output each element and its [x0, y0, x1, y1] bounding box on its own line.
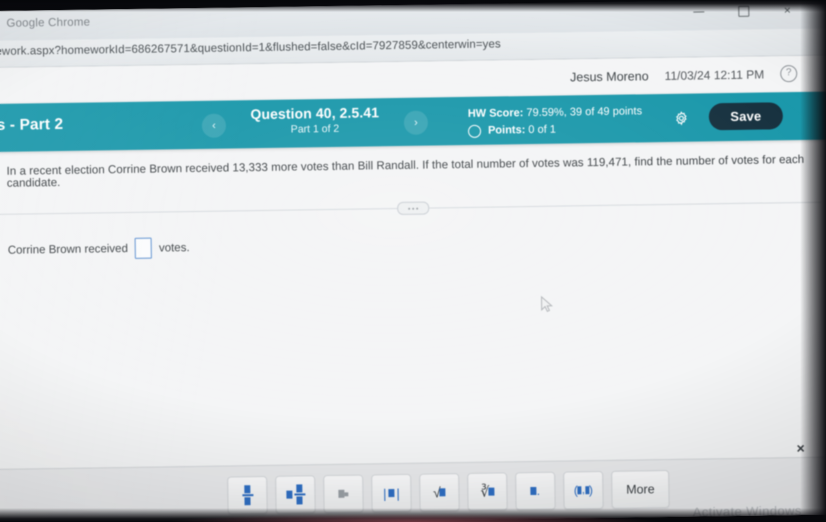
square-root-button[interactable]: √ — [419, 473, 460, 512]
answer-suffix-label: votes. — [158, 241, 190, 255]
mixed-number-button[interactable] — [275, 475, 316, 514]
assignment-title: tions - Part 2 — [0, 115, 64, 135]
monitor-screen: Google Chrome × Homework.aspx?homeworkId… — [0, 0, 826, 522]
next-question-button[interactable]: › — [403, 110, 429, 135]
nth-root-button[interactable]: ∛ — [467, 472, 508, 511]
window-controls: × — [690, 1, 796, 21]
points-row: Points: 0 of 1 — [467, 121, 642, 139]
math-palette-bar: × ■ | | √ ∛ . (,) More Activate Window… — [0, 440, 826, 522]
previous-question-button[interactable]: ‹ — [201, 113, 227, 138]
screen-photo: Google Chrome × Homework.aspx?homeworkId… — [0, 0, 826, 522]
answer-prefix-label: Corrine Brown received — [7, 242, 129, 257]
mouse-cursor — [540, 295, 554, 314]
timestamp: 11/03/24 12:11 PM — [664, 67, 765, 83]
palette-close-icon[interactable]: × — [796, 440, 804, 456]
ordered-pair-button[interactable]: (,) — [563, 470, 604, 510]
question-number: Question 40, 2.5.41 — [250, 104, 380, 123]
question-part: Part 1 of 2 — [290, 122, 340, 136]
fraction-button[interactable] — [227, 475, 268, 515]
user-name: Jesus Moreno — [569, 68, 649, 84]
question-label-block: Question 40, 2.5.41 Part 1 of 2 — [240, 104, 390, 136]
close-icon[interactable]: × — [778, 1, 796, 19]
answer-input[interactable] — [134, 237, 153, 259]
help-icon[interactable]: ? — [780, 65, 798, 83]
exponent-button[interactable]: ■ — [323, 474, 364, 514]
save-button[interactable]: Save — [708, 102, 784, 131]
hw-score-label: HW Score: — [467, 107, 524, 120]
math-palette: ■ | | √ ∛ . (,) More — [227, 469, 670, 515]
minimize-icon[interactable] — [690, 2, 708, 20]
browser-app-title: Google Chrome — [6, 16, 91, 30]
maximize-icon[interactable] — [734, 2, 752, 20]
score-summary: HW Score: 79.59%, 39 of 49 points Points… — [468, 104, 643, 139]
gear-icon[interactable] — [674, 111, 689, 126]
expand-collapse-handle[interactable] — [397, 201, 430, 215]
page-body: Jesus Moreno 11/03/24 12:11 PM ? tions -… — [0, 55, 826, 522]
points: Points: 0 of 1 — [488, 123, 556, 139]
answer-row: Corrine Brown received votes. — [8, 237, 190, 261]
status-circle-icon — [467, 124, 482, 138]
url-text: Homework.aspx?homeworkId=686267571&quest… — [0, 38, 501, 59]
points-value: 0 of 1 — [525, 123, 556, 137]
points-label: Points: — [487, 124, 526, 137]
hw-score-value: 79.59%, 39 of 49 points — [523, 105, 643, 120]
absolute-value-button[interactable]: | | — [371, 473, 412, 513]
windows-activation-watermark: Activate Windows — [692, 503, 802, 520]
question-text: In a recent election Corrine Brown recei… — [6, 153, 805, 190]
hw-score: HW Score: 79.59%, 39 of 49 points — [468, 104, 642, 122]
question-navigator: ‹ Question 40, 2.5.41 Part 1 of 2 › — [201, 103, 429, 138]
subscript-button[interactable]: . — [515, 471, 556, 511]
more-button[interactable]: More — [611, 469, 670, 509]
